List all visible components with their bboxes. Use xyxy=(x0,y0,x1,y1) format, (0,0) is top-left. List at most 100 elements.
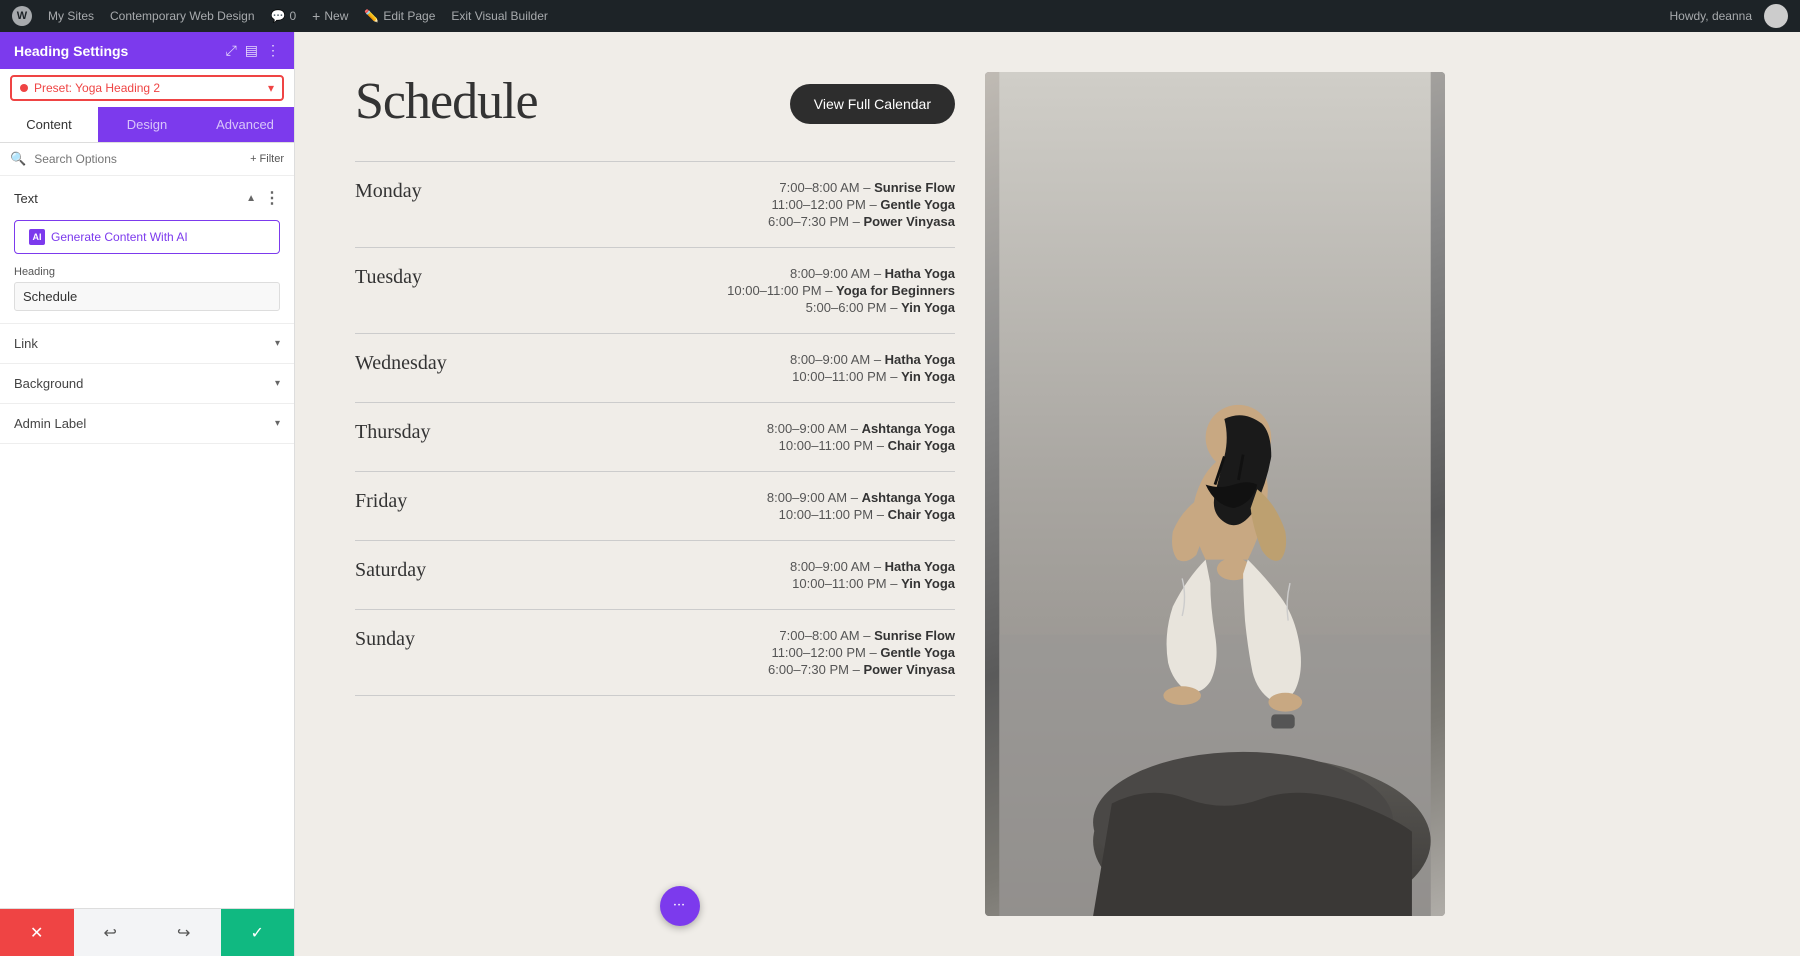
cancel-button[interactable]: ✕ xyxy=(0,909,74,956)
link-chevron-icon: ▾ xyxy=(275,338,280,349)
day-classes: 7:00–8:00 AM – Sunrise Flow 11:00–12:00 P… xyxy=(768,628,955,677)
heading-input[interactable] xyxy=(14,282,280,311)
view-calendar-button[interactable]: View Full Calendar xyxy=(790,84,955,124)
schedule-header: Schedule View Full Calendar xyxy=(355,72,955,131)
day-name: Tuesday xyxy=(355,266,495,289)
day-name: Wednesday xyxy=(355,352,495,375)
left-panel: Heading Settings ⤢ ▤ ⋮ Preset: Yoga Head… xyxy=(0,32,295,956)
new-link[interactable]: + New xyxy=(312,8,348,24)
tab-design[interactable]: Design xyxy=(98,107,196,142)
day-classes: 7:00–8:00 AM – Sunrise Flow11:00–12:00 P… xyxy=(768,180,955,229)
day-name: Sunday xyxy=(355,628,495,651)
day-name: Thursday xyxy=(355,421,495,444)
link-section[interactable]: Link ▾ xyxy=(0,324,294,364)
class-item: 8:00–9:00 AM – Hatha Yoga xyxy=(727,266,955,281)
schedule-day: Wednesday 8:00–9:00 AM – Hatha Yoga 10:00–… xyxy=(355,333,955,402)
exit-builder-link[interactable]: Exit Visual Builder xyxy=(451,9,548,23)
day-name: Friday xyxy=(355,490,495,513)
preset-label: Preset: Yoga Heading 2 xyxy=(34,81,160,95)
text-section: Text ▲ ⋮ AI Generate Content With AI Hea… xyxy=(0,176,294,324)
tab-content[interactable]: Content xyxy=(0,107,98,142)
class-item: 5:00–6:00 PM – Yin Yoga xyxy=(727,300,955,315)
my-sites-link[interactable]: My Sites xyxy=(48,9,94,23)
day-name: Saturday xyxy=(355,559,495,582)
ai-generate-button[interactable]: AI Generate Content With AI xyxy=(14,220,280,254)
site-name-link[interactable]: Contemporary Web Design xyxy=(110,9,255,23)
comments-link[interactable]: 💬 0 xyxy=(271,9,297,23)
yoga-photo xyxy=(985,72,1445,916)
class-item: 7:00–8:00 AM – Sunrise Flow xyxy=(768,628,955,643)
schedule-day: Tuesday 8:00–9:00 AM – Hatha Yoga 10:00–11… xyxy=(355,247,955,333)
text-section-title: Text xyxy=(14,191,38,206)
fab-icon: ••• xyxy=(674,903,686,909)
schedule-title: Schedule xyxy=(355,72,538,131)
preset-bar[interactable]: Preset: Yoga Heading 2 ▾ xyxy=(10,75,284,101)
day-classes: 8:00–9:00 AM – Hatha Yoga 10:00–11:00 PM … xyxy=(790,559,955,591)
redo-button[interactable]: ↪ xyxy=(147,909,221,956)
bottom-bar: ✕ ↩ ↪ ✓ xyxy=(0,908,294,956)
text-dots-icon[interactable]: ⋮ xyxy=(264,188,280,208)
class-item: 10:00–11:00 PM – Yin Yoga xyxy=(790,576,955,591)
search-icon: 🔍 xyxy=(10,151,26,167)
tab-advanced[interactable]: Advanced xyxy=(196,107,294,142)
class-item: 8:00–9:00 AM – Hatha Yoga xyxy=(790,352,955,367)
class-item: 8:00–9:00 AM – Ashtanga Yoga xyxy=(767,421,955,436)
photo-section xyxy=(985,72,1445,916)
link-section-title: Link xyxy=(14,336,38,351)
schedule-day: Saturday 8:00–9:00 AM – Hatha Yoga 10:00–1… xyxy=(355,540,955,609)
day-classes: 8:00–9:00 AM – Ashtanga Yoga 10:00–11:00 … xyxy=(767,421,955,453)
admin-bar: W My Sites Contemporary Web Design 💬 0 +… xyxy=(0,0,1800,32)
background-section-title: Background xyxy=(14,376,83,391)
class-item: 10:00–11:00 PM – Chair Yoga xyxy=(767,507,955,522)
class-item: 10:00–11:00 PM – Yin Yoga xyxy=(790,369,955,384)
heading-field-label: Heading xyxy=(0,266,294,282)
avatar xyxy=(1764,4,1788,28)
class-item: 7:00–8:00 AM – Sunrise Flow xyxy=(768,180,955,195)
preset-chevron: ▾ xyxy=(268,81,274,95)
day-classes: 8:00–9:00 AM – Hatha Yoga 10:00–11:00 PM … xyxy=(790,352,955,384)
admin-label-section[interactable]: Admin Label ▾ xyxy=(0,404,294,444)
undo-button[interactable]: ↩ xyxy=(74,909,148,956)
class-item: 8:00–9:00 AM – Hatha Yoga xyxy=(790,559,955,574)
wp-logo[interactable]: W xyxy=(12,6,32,26)
panel-title: Heading Settings xyxy=(14,43,128,59)
ai-icon: AI xyxy=(29,229,45,245)
background-section[interactable]: Background ▾ xyxy=(0,364,294,404)
yoga-figure-svg xyxy=(985,72,1445,916)
class-item: 6:00–7:30 PM – Power Vinyasa xyxy=(768,662,955,677)
day-classes: 8:00–9:00 AM – Hatha Yoga 10:00–11:00 PM … xyxy=(727,266,955,315)
day-classes: 8:00–9:00 AM – Ashtanga Yoga 10:00–11:00 … xyxy=(767,490,955,522)
background-chevron-icon: ▾ xyxy=(275,378,280,389)
edit-page-link[interactable]: ✏️ Edit Page xyxy=(364,9,435,23)
content-area: Schedule View Full Calendar Monday 7:00–8… xyxy=(295,32,1800,956)
fullscreen-icon[interactable]: ⤢ xyxy=(226,42,237,59)
preset-dot xyxy=(20,84,28,92)
fab-button[interactable]: ••• xyxy=(660,886,700,926)
howdy-label: Howdy, deanna xyxy=(1670,9,1753,23)
more-icon[interactable]: ⋮ xyxy=(266,42,280,59)
schedule-day: Thursday 8:00–9:00 AM – Ashtanga Yoga 10:0… xyxy=(355,402,955,471)
class-item: 10:00–11:00 PM – Yoga for Beginners xyxy=(727,283,955,298)
text-section-icons: ▲ ⋮ xyxy=(246,188,280,208)
main-layout: Heading Settings ⤢ ▤ ⋮ Preset: Yoga Head… xyxy=(0,32,1800,956)
text-section-header[interactable]: Text ▲ ⋮ xyxy=(0,176,294,216)
save-button[interactable]: ✓ xyxy=(221,909,295,956)
panel-header-icons: ⤢ ▤ ⋮ xyxy=(226,42,280,59)
columns-icon[interactable]: ▤ xyxy=(245,42,258,59)
text-chevron-icon[interactable]: ▲ xyxy=(246,193,256,204)
schedule-day: Sunday 7:00–8:00 AM – Sunrise Flow 11:00–1… xyxy=(355,609,955,696)
schedule-day: Friday 8:00–9:00 AM – Ashtanga Yoga 10:00–… xyxy=(355,471,955,540)
filter-button[interactable]: + Filter xyxy=(250,153,284,165)
admin-bar-right: Howdy, deanna xyxy=(1670,4,1789,28)
class-item: 11:00–12:00 PM – Gentle Yoga xyxy=(768,645,955,660)
panel-header: Heading Settings ⤢ ▤ ⋮ xyxy=(0,32,294,69)
schedule-day: Monday 7:00–8:00 AM – Sunrise Flow11:00–1… xyxy=(355,161,955,247)
panel-tabs: Content Design Advanced xyxy=(0,107,294,143)
admin-label-section-title: Admin Label xyxy=(14,416,86,431)
day-name: Monday xyxy=(355,180,495,203)
schedule-section: Schedule View Full Calendar Monday 7:00–8… xyxy=(355,72,955,916)
class-item: 10:00–11:00 PM – Chair Yoga xyxy=(767,438,955,453)
search-input[interactable] xyxy=(34,152,242,166)
admin-label-chevron-icon: ▾ xyxy=(275,418,280,429)
class-item: 8:00–9:00 AM – Ashtanga Yoga xyxy=(767,490,955,505)
